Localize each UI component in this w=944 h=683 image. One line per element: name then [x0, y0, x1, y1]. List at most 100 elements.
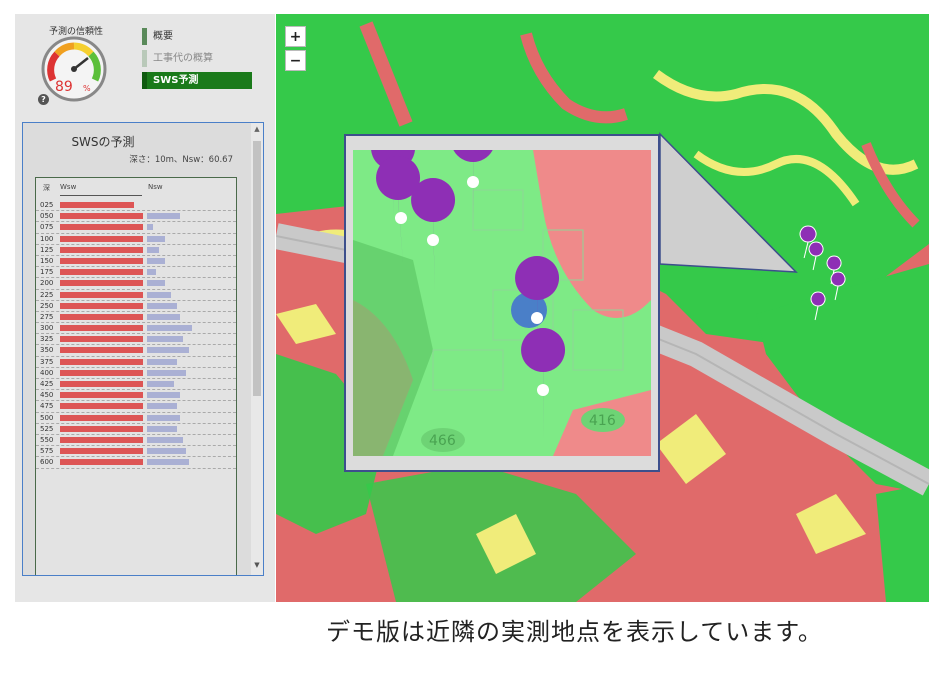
nav-item-overview[interactable]: 概要	[142, 28, 252, 45]
wsw-bar	[60, 414, 143, 421]
sws-table: 深 Wsw Nsw 025 050 075 100 125 150 175 200 225 250…	[35, 177, 237, 575]
nsw-bar	[147, 369, 186, 376]
nsw-bar	[147, 235, 165, 242]
nsw-bar	[147, 392, 181, 399]
table-row: 125	[36, 245, 236, 256]
help-icon[interactable]: ?	[38, 94, 49, 105]
nsw-bar	[147, 358, 177, 365]
svg-text:%: %	[83, 84, 91, 93]
zoom-in-button[interactable]: +	[285, 26, 306, 47]
table-row: 050	[36, 211, 236, 223]
nsw-bar	[147, 347, 190, 354]
depth-cell: 350	[40, 346, 54, 355]
nsw-bar	[147, 448, 186, 455]
table-row: 375	[36, 357, 236, 368]
header-nsw: Nsw	[148, 183, 163, 191]
depth-cell: 325	[40, 335, 54, 344]
table-row: 300	[36, 323, 236, 335]
wsw-bar	[60, 235, 143, 242]
wsw-bar	[60, 381, 143, 387]
table-row: 025	[36, 200, 236, 212]
nsw-bar	[147, 414, 181, 421]
depth-cell: 375	[40, 357, 54, 366]
depth-cell: 575	[40, 447, 54, 456]
nsw-bar	[147, 213, 181, 220]
table-row: 600	[36, 457, 236, 469]
depth-cell: 100	[40, 234, 54, 243]
wsw-bar	[60, 358, 143, 365]
scrollbar[interactable]: ▲ ▼	[251, 123, 263, 575]
sws-subtitle: 深さ：10m、Nsw：60.67	[129, 155, 233, 165]
depth-cell: 600	[40, 458, 54, 467]
map-view[interactable]: + − 466 416	[276, 14, 929, 602]
table-row: 075	[36, 222, 236, 234]
wsw-bar	[60, 325, 143, 332]
nsw-bar	[147, 436, 183, 443]
wsw-bar	[60, 403, 143, 410]
scroll-down-icon[interactable]: ▼	[252, 561, 262, 571]
depth-cell: 550	[40, 435, 54, 444]
nsw-bar	[147, 280, 165, 287]
depth-cell: 025	[40, 201, 54, 209]
wsw-bar	[60, 246, 143, 253]
nsw-bar	[147, 257, 165, 264]
depth-cell: 525	[40, 424, 54, 433]
reliability-gauge: 予測の信頼性 89 % ?	[38, 24, 111, 105]
table-row: 250	[36, 301, 236, 312]
depth-cell: 175	[40, 268, 54, 277]
wsw-bar	[60, 280, 143, 287]
nav-menu: 概要 工事代の概算 SWS予測	[142, 28, 252, 94]
wsw-bar	[60, 369, 143, 376]
table-row: 350	[36, 345, 236, 357]
wsw-bar	[60, 257, 143, 264]
nsw-bar	[147, 313, 181, 320]
table-row: 325	[36, 334, 236, 346]
wsw-bar	[60, 291, 143, 298]
depth-cell: 425	[40, 380, 54, 388]
zoom-out-button[interactable]: −	[285, 50, 306, 71]
nsw-bar	[147, 403, 177, 410]
scroll-up-icon[interactable]: ▲	[252, 125, 262, 135]
table-row: 150	[36, 256, 236, 268]
nsw-bar	[147, 291, 172, 298]
wsw-bar	[60, 269, 143, 276]
nav-item-cost-estimate[interactable]: 工事代の概算	[142, 50, 252, 67]
header-wsw: Wsw	[60, 183, 77, 191]
table-row: 450	[36, 390, 236, 402]
map-inset: 466 416	[344, 134, 660, 472]
table-row: 400	[36, 368, 236, 379]
table-row: 575	[36, 446, 236, 458]
table-row: 550	[36, 435, 236, 447]
nsw-bar	[147, 224, 154, 231]
wsw-bar	[60, 224, 143, 231]
depth-cell: 225	[40, 290, 54, 299]
wsw-bar	[60, 392, 143, 399]
table-row: 200	[36, 278, 236, 290]
sws-prediction-panel: SWSの予測 深さ：10m、Nsw：60.67 深 Wsw Nsw 025 050…	[22, 122, 264, 576]
gauge-dial-icon: 89 %	[41, 36, 107, 102]
depth-cell: 450	[40, 391, 54, 400]
table-row: 275	[36, 312, 236, 324]
table-row: 475	[36, 401, 236, 413]
nsw-bar	[147, 336, 183, 343]
road-label-466: 466	[429, 433, 456, 449]
depth-cell: 050	[40, 212, 54, 221]
nav-item-sws-prediction[interactable]: SWS予測	[142, 72, 252, 89]
road-label-416: 416	[589, 413, 616, 429]
table-row: 425	[36, 379, 236, 391]
wsw-bar	[60, 448, 143, 455]
caption: デモ版は近隣の実測地点を表示しています。	[326, 618, 823, 646]
nsw-bar	[147, 269, 156, 276]
sws-title: SWSの予測	[71, 135, 135, 149]
scroll-thumb[interactable]	[253, 141, 261, 396]
depth-cell: 500	[40, 413, 54, 422]
nsw-bar	[147, 381, 174, 387]
table-row: 225	[36, 290, 236, 301]
depth-cell: 150	[40, 256, 54, 265]
depth-cell: 075	[40, 223, 54, 232]
wsw-bar	[60, 336, 143, 343]
table-rows: 025 050 075 100 125 150 175 200 225 250 275 300 325 3…	[36, 200, 236, 469]
header-divider	[60, 195, 142, 196]
wsw-bar	[60, 302, 143, 309]
depth-cell: 475	[40, 402, 54, 411]
